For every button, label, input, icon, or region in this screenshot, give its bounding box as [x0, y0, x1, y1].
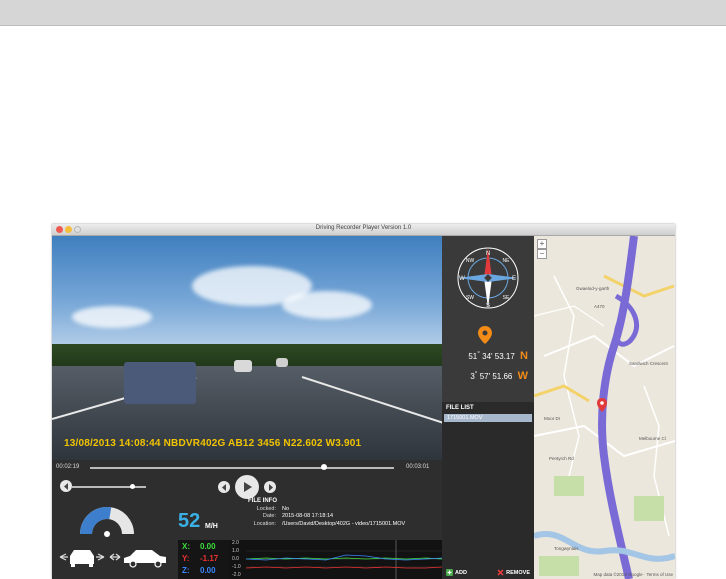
play-icon [244, 482, 252, 492]
volume-slider[interactable] [72, 484, 146, 489]
lat-min: 34 [482, 352, 492, 361]
playback-controls: 00:02:19 00:03:01 52 M/H FILE INFO Locke… [52, 460, 442, 579]
progress-slider[interactable] [90, 464, 394, 470]
car-ahead [124, 362, 196, 404]
file-list-item[interactable]: 1715001.MOV [444, 414, 532, 422]
locked-label: Locked: [256, 505, 276, 512]
title-bar: Driving Recorder Player Version 1.0 [52, 224, 675, 236]
speed-value: 52 [178, 510, 201, 532]
gsensor-traces [246, 540, 442, 579]
previous-icon [221, 483, 226, 491]
location-value: /Users/David/Desktop/402G - video/171500… [282, 520, 406, 527]
date-label: Date: [262, 513, 276, 519]
lat-sec: 53.17 [494, 352, 515, 361]
total-time: 00:03:01 [406, 464, 430, 470]
gsensor-z: Z: 0.00 [182, 566, 216, 575]
file-info: FILE INFO Locked: No Date: 2015-08-08 17:1… [248, 498, 405, 527]
video-overlay-text: 13/08/2013 14:08:44 NBDVR402G AB12 3456 … [64, 438, 362, 449]
speed-gauge [80, 507, 134, 537]
gsensor-y-label: Y: [182, 554, 190, 563]
compass-letter: N [486, 251, 490, 257]
remove-label: REMOVE [506, 569, 530, 576]
sky-cloud [72, 306, 152, 328]
compass-letter: S [486, 303, 490, 309]
gsensor-x-value: 0.00 [200, 542, 216, 551]
car-distant [234, 360, 252, 372]
gsensor-z-label: Z: [182, 566, 190, 575]
add-icon [446, 569, 453, 576]
car-side-icon [109, 550, 166, 568]
lon-dir: W [517, 370, 528, 382]
add-label: ADD [455, 569, 467, 576]
lon-min: 57 [479, 372, 489, 381]
date-value: 2015-08-08 17:18:14 [282, 513, 334, 519]
next-button[interactable] [264, 481, 276, 493]
header-band [0, 0, 726, 25]
map-zoom-out-button[interactable]: − [537, 249, 547, 259]
latitude-readout: 51° 34' 53.17 N [468, 350, 528, 362]
gsensor-readout: X: 0.00 Y: -1.17 Z: 0.00 [178, 540, 230, 579]
gsensor-x: X: 0.00 [182, 542, 216, 551]
gps-panel: N NE E SE S SW W NW 51° 34' 53.17 N 3° 5… [442, 236, 534, 402]
remove-file-button[interactable]: REMOVE [497, 569, 530, 576]
car-front-icon [59, 550, 105, 567]
graph-tick: -1.0 [232, 564, 241, 570]
graph-tick: 1.0 [232, 548, 239, 554]
volume-icon [63, 482, 68, 490]
lat-deg: 51 [468, 352, 478, 361]
gsensor-graph: 2.0 1.0 0.0 -1.0 -2.0 [230, 540, 442, 579]
gsensor-y: Y: -1.17 [182, 554, 218, 563]
map-view[interactable]: + − Gwaelod-y-garth Sandwich Crescent A4… [534, 236, 675, 579]
map-label: Tongwynlais [554, 546, 579, 551]
add-file-button[interactable]: ADD [446, 569, 467, 576]
lat-dir: N [520, 350, 528, 362]
play-button[interactable] [235, 475, 259, 499]
next-icon [268, 483, 273, 491]
compass-letter: E [512, 276, 516, 282]
file-actions: ADD REMOVE [442, 567, 534, 579]
file-list-panel: FILE LIST 1715001.MOV ADD REMOVE [442, 402, 534, 579]
compass-letter: NE [503, 258, 511, 264]
map-label: Sandwich Crescent [629, 361, 668, 366]
compass-letter: NW [466, 258, 475, 264]
header-rule [0, 25, 726, 26]
compass-icon: N NE E SE S SW W NW [457, 247, 519, 309]
file-list-title: FILE LIST [446, 405, 474, 411]
gsensor-z-value: 0.00 [200, 566, 216, 575]
map-zoom-in-button[interactable]: + [537, 239, 547, 249]
compass-letter: SE [503, 295, 510, 301]
map-label: Melbourne Cl [639, 436, 666, 441]
compass-letter: W [459, 276, 465, 282]
mute-button[interactable] [60, 480, 72, 492]
map-label: Moor Dr [544, 416, 561, 421]
map-credit: Map data ©2013 Google · Terms of Use [593, 572, 673, 577]
previous-button[interactable] [218, 481, 230, 493]
map-marker-icon [597, 398, 607, 412]
gsensor-y-value: -1.17 [200, 554, 219, 563]
remove-icon [497, 569, 504, 576]
compass-letter: SW [466, 295, 474, 301]
car-distant [276, 358, 288, 367]
graph-tick: 0.0 [232, 556, 239, 562]
locked-value: No [282, 505, 290, 512]
gsensor-x-label: X: [182, 542, 190, 551]
map-label: A470 [594, 304, 605, 309]
window-title: Driving Recorder Player Version 1.0 [315, 225, 412, 231]
location-label: Location: [253, 520, 276, 527]
sky-cloud [282, 291, 372, 319]
lon-sec: 51.66 [492, 372, 513, 381]
longitude-readout: 3° 57' 51.66 W [470, 370, 528, 382]
file-info-title: FILE INFO [248, 498, 277, 504]
progress-knob[interactable] [321, 464, 328, 470]
map-label: Gwaelod-y-garth [576, 286, 610, 291]
graph-tick: -2.0 [232, 572, 241, 578]
map-label: Pentyrch Rd [549, 456, 574, 461]
app-window: Driving Recorder Player Version 1.0 13/0… [52, 224, 675, 579]
graph-tick: 2.0 [232, 540, 239, 546]
current-time: 00:02:19 [56, 464, 80, 470]
video-viewport[interactable]: 13/08/2013 14:08:44 NBDVR402G AB12 3456 … [52, 236, 442, 460]
speed-unit: M/H [205, 523, 218, 530]
volume-knob[interactable] [130, 484, 136, 489]
location-pin-icon [478, 326, 492, 344]
